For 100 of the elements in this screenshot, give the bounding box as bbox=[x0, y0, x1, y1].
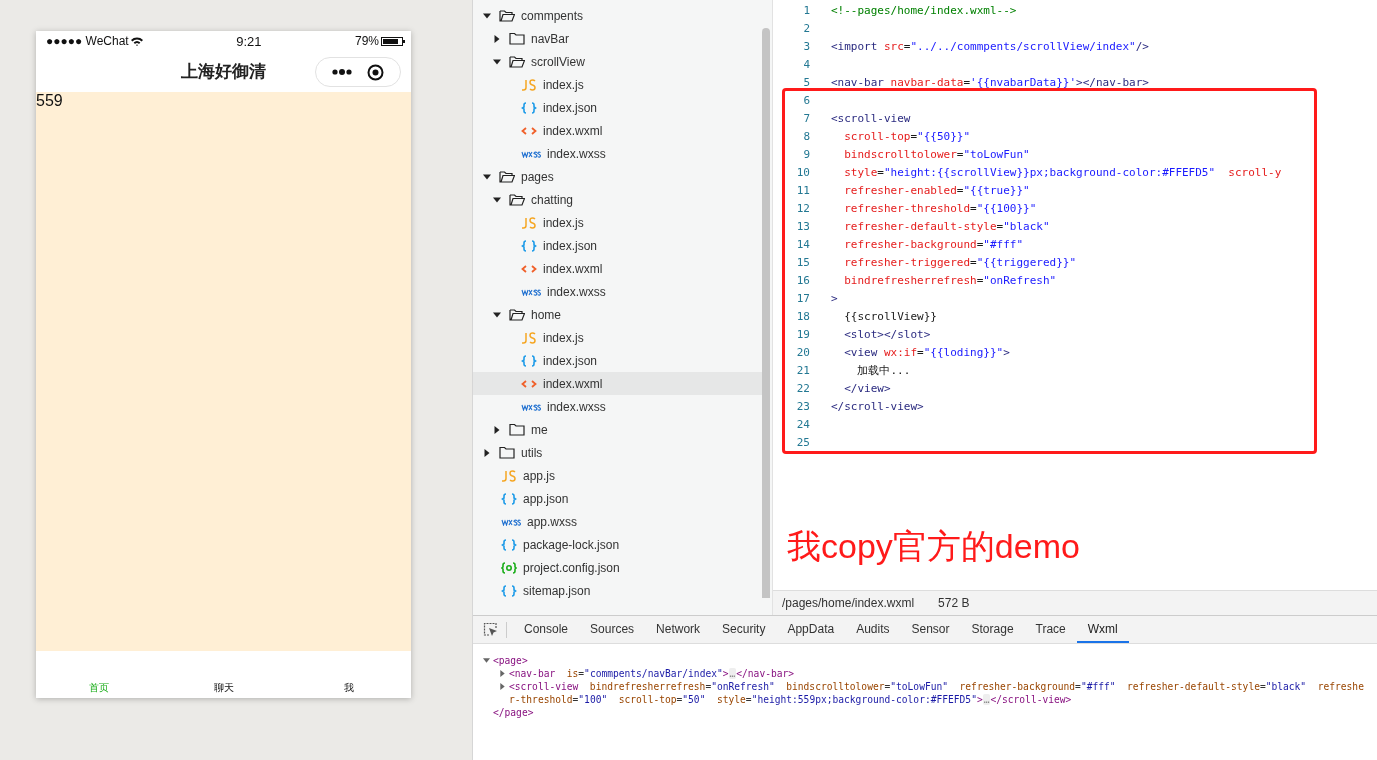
file-tree-item[interactable]: index.js bbox=[473, 211, 762, 234]
code-line: <!--pages/home/index.wxml--> bbox=[831, 3, 1017, 17]
caret-icon[interactable] bbox=[483, 172, 491, 181]
code-line: bindrefresherrefresh="onRefresh" bbox=[843, 273, 1057, 287]
folder-icon bbox=[499, 170, 515, 183]
line-number: 1 bbox=[802, 3, 811, 17]
line-number: 16 bbox=[795, 273, 811, 287]
devtools-tab[interactable]: Storage bbox=[960, 616, 1025, 643]
line-number: 24 bbox=[795, 417, 811, 431]
file-tree-item[interactable]: me bbox=[473, 418, 762, 441]
code-line: refresher-enabled="{{true}}" bbox=[843, 183, 1030, 197]
file-tree-item[interactable]: index.wxml bbox=[473, 257, 762, 280]
code-line: scroll-top="{{50}}" bbox=[843, 129, 971, 143]
file-tree-item[interactable]: commpents bbox=[473, 4, 762, 27]
line-number: 12 bbox=[795, 201, 811, 215]
annotation-text: 我copy官方的demo bbox=[786, 526, 1081, 567]
braces-icon bbox=[501, 492, 517, 505]
file-tree-item[interactable]: index.wxml bbox=[473, 372, 762, 395]
braces-icon bbox=[501, 584, 517, 597]
file-tree-item[interactable]: pages bbox=[473, 165, 762, 188]
more-icon[interactable] bbox=[331, 68, 352, 76]
battery-percent: 79% bbox=[354, 34, 379, 48]
file-tree-item[interactable]: index.js bbox=[473, 326, 762, 349]
file-tree-item[interactable]: index.wxss bbox=[473, 280, 762, 303]
devtools-tab[interactable]: Security bbox=[711, 616, 777, 643]
js-file-icon bbox=[521, 78, 537, 91]
devtools-tab[interactable]: Network bbox=[645, 616, 712, 643]
line-number: 6 bbox=[802, 93, 811, 107]
file-tree-item[interactable]: sitemap.json bbox=[473, 579, 762, 602]
line-number: 25 bbox=[795, 435, 811, 449]
close-target-icon[interactable] bbox=[367, 63, 385, 81]
file-tree-item[interactable]: project.config.json bbox=[473, 556, 762, 579]
devtools-tab[interactable]: Audits bbox=[845, 616, 901, 643]
line-number: 5 bbox=[802, 75, 811, 89]
file-tree-item[interactable]: scrollView bbox=[473, 50, 762, 73]
wxml-node[interactable]: <page> bbox=[493, 654, 528, 667]
file-tree-item[interactable]: index.json bbox=[473, 234, 762, 257]
code-line: 加载中... bbox=[856, 362, 911, 378]
file-tree-item[interactable]: chatting bbox=[473, 188, 762, 211]
line-number: 21 bbox=[795, 363, 811, 377]
line-number: 20 bbox=[795, 345, 811, 359]
code-line: <import src="../../commpents/scrollView/index"/> bbox=[831, 39, 1149, 53]
line-number: 3 bbox=[802, 39, 811, 53]
scrollbar[interactable] bbox=[762, 28, 770, 598]
file-tree-item[interactable]: index.json bbox=[473, 96, 762, 119]
stylesheet-icon bbox=[521, 402, 541, 411]
devtools-tab[interactable]: Sources bbox=[579, 616, 646, 643]
file-tree-item[interactable]: index.wxss bbox=[473, 395, 762, 418]
stylesheet-icon bbox=[521, 287, 541, 296]
file-tree-item[interactable]: app.wxss bbox=[473, 510, 762, 533]
carrier-label: ●●●●● WeChat bbox=[46, 34, 129, 48]
wxml-node[interactable]: <nav-bar is="commpents/navBar/index">…</nav-bar> bbox=[509, 667, 795, 680]
line-number: 19 bbox=[795, 327, 811, 341]
devtools-tab[interactable]: Wxml bbox=[1076, 616, 1129, 643]
stylesheet-icon bbox=[521, 149, 541, 158]
line-number: 11 bbox=[795, 183, 811, 197]
braces-icon bbox=[501, 538, 517, 551]
file-tree-item[interactable]: index.wxss bbox=[473, 142, 762, 165]
js-file-icon bbox=[521, 331, 537, 344]
caret-icon[interactable] bbox=[493, 57, 501, 66]
code-line: {{scrollView}} bbox=[843, 309, 937, 323]
code-line: <scroll-view bbox=[831, 111, 911, 125]
devtools-tab[interactable]: AppData bbox=[776, 616, 846, 643]
code-line: </view> bbox=[843, 381, 891, 395]
caret-icon[interactable] bbox=[483, 448, 491, 457]
code-line: > bbox=[831, 291, 838, 305]
tab-bar-item[interactable]: 我 bbox=[286, 681, 411, 695]
file-tree-item[interactable]: app.js bbox=[473, 464, 762, 487]
file-tree-item[interactable]: app.json bbox=[473, 487, 762, 510]
line-number: 7 bbox=[802, 111, 811, 125]
file-tree-item[interactable]: utils bbox=[473, 441, 762, 464]
battery-icon bbox=[381, 36, 405, 46]
caret-icon[interactable] bbox=[493, 425, 501, 434]
code-line: refresher-default-style="black" bbox=[843, 219, 1050, 233]
file-tree-item[interactable]: index.json bbox=[473, 349, 762, 372]
caret-icon[interactable] bbox=[483, 11, 491, 20]
code-line: bindscrolltolower="toLowFun" bbox=[843, 147, 1030, 161]
devtools-tab[interactable]: Console bbox=[513, 616, 580, 643]
file-tree-item[interactable]: package-lock.json bbox=[473, 533, 762, 556]
devtools-tab[interactable]: Sensor bbox=[900, 616, 961, 643]
folder-icon bbox=[499, 9, 515, 22]
devtools-tab[interactable]: Trace bbox=[1024, 616, 1077, 643]
content-text: 559 bbox=[36, 92, 63, 109]
file-tree-item[interactable]: home bbox=[473, 303, 762, 326]
wxml-node[interactable]: <scroll-view bindrefresherrefresh="onRefresh" bindscrolltolower="toLowFun" refresher-background="#fff" refresher-default-style="black" refresher-threshold="100" scroll-top="50" style="height:559px;background-color:#FFEFD5">…</scroll-view> bbox=[509, 680, 1367, 706]
folder-icon bbox=[509, 308, 525, 321]
caret-icon[interactable] bbox=[493, 310, 501, 319]
caret-icon[interactable] bbox=[493, 34, 501, 43]
folder-icon bbox=[509, 423, 525, 436]
tab-bar-item[interactable]: 聊天 bbox=[161, 681, 286, 695]
file-size: 572 B bbox=[938, 596, 970, 610]
inspect-icon[interactable] bbox=[483, 622, 498, 637]
line-number: 4 bbox=[802, 57, 811, 71]
code-line: <slot></slot> bbox=[843, 327, 931, 341]
file-tree-item[interactable]: navBar bbox=[473, 27, 762, 50]
file-tree-item[interactable]: index.wxml bbox=[473, 119, 762, 142]
line-number: 2 bbox=[802, 21, 811, 35]
file-tree-item[interactable]: index.js bbox=[473, 73, 762, 96]
code-line: <view wx:if="{{loding}}"> bbox=[843, 345, 1010, 359]
caret-icon[interactable] bbox=[493, 195, 501, 204]
